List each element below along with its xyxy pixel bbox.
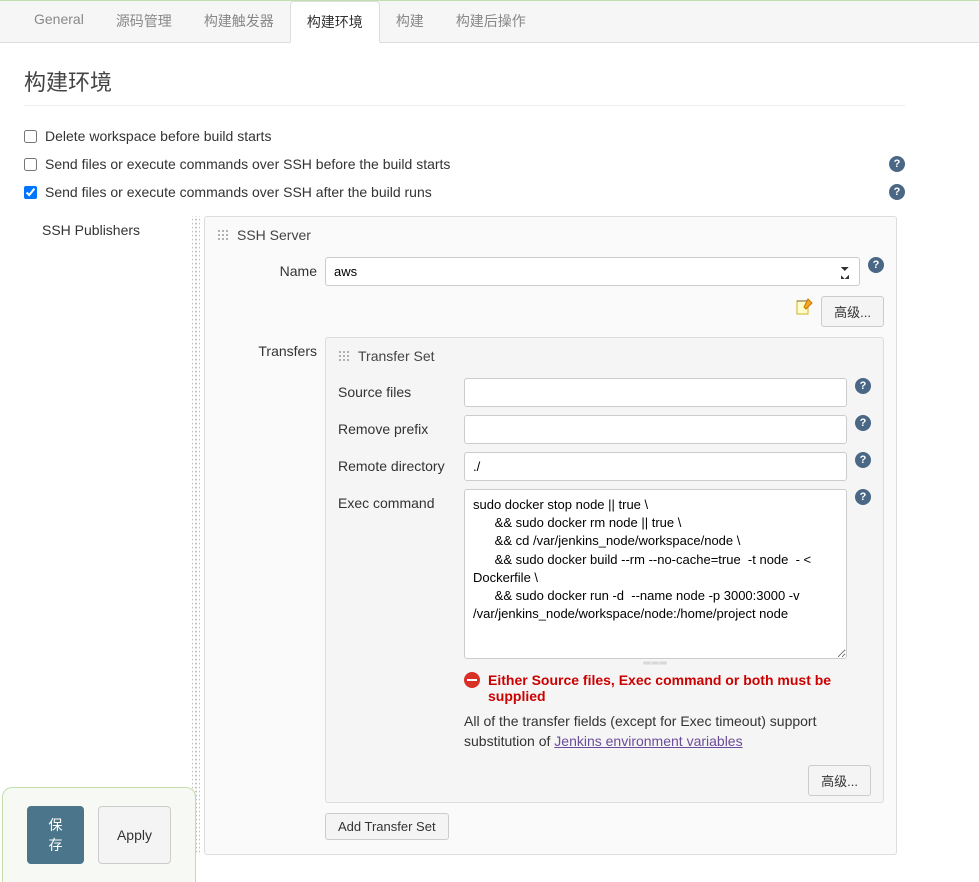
tab-triggers[interactable]: 构建触发器 [188, 1, 290, 42]
checkbox-ssh-after[interactable] [24, 186, 37, 199]
help-icon[interactable]: ? [889, 184, 905, 200]
row-ssh-after: Send files or execute commands over SSH … [24, 178, 905, 206]
ssh-server-block: SSH Server Name aws ? 高级... Transfers [204, 216, 897, 855]
tab-scm[interactable]: 源码管理 [100, 1, 188, 42]
transfer-set-title: Transfer Set [358, 348, 435, 364]
notepad-icon[interactable] [793, 296, 815, 318]
save-button[interactable]: 保存 [27, 806, 84, 864]
input-remote-directory[interactable] [464, 452, 847, 481]
checkbox-delete-workspace[interactable] [24, 130, 37, 143]
label-ssh-before[interactable]: Send files or execute commands over SSH … [24, 156, 450, 172]
input-source-files[interactable] [464, 378, 847, 407]
label-ssh-after[interactable]: Send files or execute commands over SSH … [24, 184, 432, 200]
label-server-name: Name [217, 257, 317, 279]
label-delete-workspace[interactable]: Delete workspace before build starts [24, 128, 271, 144]
error-text: Either Source files, Exec command or bot… [488, 672, 847, 704]
row-delete-workspace: Delete workspace before build starts [24, 122, 905, 150]
row-source-files: Source files ? [326, 374, 883, 411]
add-transfer-set-button[interactable]: Add Transfer Set [325, 813, 449, 840]
help-icon[interactable]: ? [855, 489, 871, 505]
text-delete-workspace: Delete workspace before build starts [45, 128, 271, 144]
row-transfers: Transfers Transfer Set Source files [205, 333, 896, 854]
text-ssh-after: Send files or execute commands over SSH … [45, 184, 432, 200]
help-icon[interactable]: ? [868, 257, 884, 273]
config-tabs: General 源码管理 构建触发器 构建环境 构建 构建后操作 [0, 0, 979, 43]
ssh-publishers-label: SSH Publishers [24, 216, 192, 855]
error-icon [464, 672, 480, 688]
label-remote-directory: Remote directory [338, 452, 456, 474]
transfer-toolbar: 高级... [326, 759, 883, 802]
column-resize-handle[interactable] [192, 216, 200, 855]
row-remote-directory: Remote directory ? [326, 448, 883, 485]
help-icon[interactable]: ? [855, 378, 871, 394]
row-ssh-before: Send files or execute commands over SSH … [24, 150, 905, 178]
transfer-set-block: Transfer Set Source files ? Remove prefi… [325, 337, 884, 803]
tab-general[interactable]: General [18, 1, 100, 42]
error-row: Either Source files, Exec command or bot… [464, 668, 847, 708]
apply-button[interactable]: Apply [98, 806, 171, 864]
textarea-exec-command[interactable]: sudo docker stop node || true \ && sudo … [464, 489, 847, 659]
row-server-name: Name aws ? [205, 253, 896, 290]
select-server-name[interactable]: aws [325, 257, 860, 286]
section-title: 构建环境 [24, 51, 905, 106]
drag-handle-icon[interactable] [338, 350, 350, 362]
advanced-button-server[interactable]: 高级... [821, 296, 884, 327]
help-icon[interactable]: ? [855, 415, 871, 431]
transfer-set-header: Transfer Set [326, 338, 883, 374]
text-ssh-before: Send files or execute commands over SSH … [45, 156, 450, 172]
ssh-server-header: SSH Server [205, 217, 896, 253]
label-transfers: Transfers [217, 337, 317, 850]
tab-postbuild[interactable]: 构建后操作 [440, 1, 542, 42]
tab-build-environment[interactable]: 构建环境 [290, 1, 380, 43]
label-source-files: Source files [338, 378, 456, 400]
ssh-publishers-area: SSH Publishers SSH Server Name aws ? [24, 216, 905, 855]
link-jenkins-env-vars[interactable]: Jenkins environment variables [554, 733, 742, 749]
label-exec-command: Exec command [338, 489, 456, 511]
help-icon[interactable]: ? [855, 452, 871, 468]
drag-handle-icon[interactable] [217, 229, 229, 241]
ssh-server-title: SSH Server [237, 227, 311, 243]
checkbox-ssh-before[interactable] [24, 158, 37, 171]
row-exec-command: Exec command sudo docker stop node || tr… [326, 485, 883, 759]
help-icon[interactable]: ? [889, 156, 905, 172]
row-remove-prefix: Remove prefix ? [326, 411, 883, 448]
action-bar: 保存 Apply [2, 787, 196, 882]
advanced-button-transfer[interactable]: 高级... [808, 765, 871, 796]
tab-build[interactable]: 构建 [380, 1, 440, 42]
label-remove-prefix: Remove prefix [338, 415, 456, 437]
input-remove-prefix[interactable] [464, 415, 847, 444]
server-toolbar: 高级... [205, 290, 896, 333]
info-text: All of the transfer fields (except for E… [464, 708, 847, 755]
